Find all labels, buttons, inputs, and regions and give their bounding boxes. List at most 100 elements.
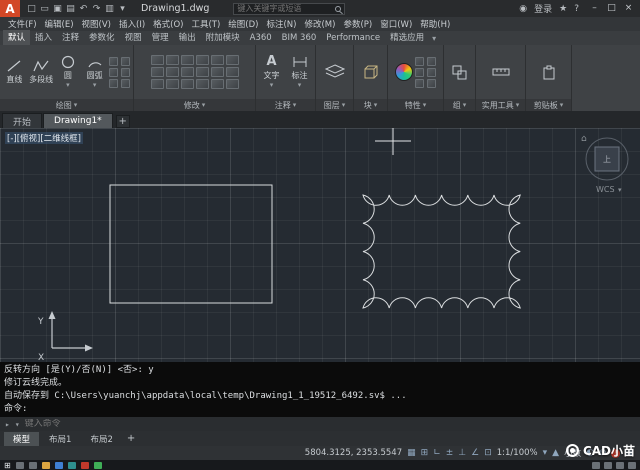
ribbon-mini-tool[interactable]	[414, 56, 424, 66]
exchange-apps-icon[interactable]: ★	[559, 4, 567, 14]
gear-icon[interactable]: ⊛	[599, 448, 607, 458]
ribbon-tab-bim360[interactable]: BIM 360	[277, 32, 322, 45]
new-file-icon[interactable]: □	[25, 4, 38, 14]
ribbon-tab-parametric[interactable]: 参数化	[84, 30, 120, 45]
panel-title-modify[interactable]: 修改 ▾	[134, 99, 255, 111]
grid-icon[interactable]: ▦	[407, 448, 416, 458]
annotation-scale-button[interactable]: 1:1/100%	[497, 448, 538, 458]
panel-title-properties[interactable]: 特性 ▾	[388, 99, 443, 111]
ribbon-tab-performance[interactable]: Performance	[321, 32, 385, 45]
tool-insert-block[interactable]	[358, 64, 384, 80]
ribbon-mini-tool[interactable]	[109, 56, 118, 66]
panel-title-block[interactable]: 块 ▾	[354, 99, 387, 111]
ribbon-mini-tool[interactable]	[210, 67, 224, 77]
polar-tracking-icon[interactable]: ∠	[471, 448, 479, 458]
ortho-icon[interactable]: ⊥	[458, 448, 466, 458]
fullscreen-icon[interactable]: ▣	[625, 448, 634, 458]
help-search-box[interactable]	[233, 2, 346, 15]
command-input-bar[interactable]: ▸ ▾	[0, 417, 640, 431]
ribbon-mini-tool[interactable]	[121, 67, 130, 77]
a360-icon[interactable]: ◉	[519, 4, 527, 14]
panel-title-clipboard[interactable]: 剪贴板 ▾	[526, 99, 571, 111]
menu-format[interactable]: 格式(O)	[149, 18, 187, 30]
drawing-canvas[interactable]: [-][俯视][二维线框] Y X ⌂ 上 WCS ▾	[0, 128, 640, 362]
infer-constraints-icon[interactable]: ∟	[433, 448, 441, 458]
qat-dropdown-icon[interactable]: ▾	[116, 4, 129, 14]
menu-parametric[interactable]: 参数(P)	[339, 18, 376, 30]
ribbon-tab-insert[interactable]: 插入	[30, 30, 57, 45]
ribbon-mini-tool[interactable]	[414, 67, 424, 77]
revision-cloud[interactable]	[362, 194, 521, 309]
object-snap-icon[interactable]: ⊡	[484, 448, 492, 458]
search-taskbar-icon[interactable]	[15, 461, 24, 469]
ribbon-mini-tool[interactable]	[225, 67, 239, 77]
ribbon-mini-tool[interactable]	[195, 55, 209, 65]
file-tab-start[interactable]: 开始	[2, 113, 43, 128]
ribbon-mini-tool[interactable]	[225, 79, 239, 89]
ribbon-mini-tool[interactable]	[165, 67, 179, 77]
tool-group[interactable]	[447, 65, 473, 80]
tray-icon[interactable]	[604, 461, 612, 469]
ribbon-tab-output[interactable]: 输出	[174, 30, 201, 45]
maximize-button[interactable]: □	[603, 1, 620, 16]
menu-file[interactable]: 文件(F)	[4, 18, 41, 30]
ribbon-mini-tool[interactable]	[225, 55, 239, 65]
menu-modify[interactable]: 修改(M)	[300, 18, 339, 30]
panel-title-layers[interactable]: 图层 ▾	[316, 99, 353, 111]
ribbon-mini-tool[interactable]	[150, 67, 164, 77]
ribbon-mini-tool[interactable]	[210, 55, 224, 65]
tool-text[interactable]: A 文字 ▾	[259, 55, 285, 89]
search-input[interactable]	[237, 4, 336, 13]
menu-edit[interactable]: 编辑(E)	[41, 18, 78, 30]
print-icon[interactable]: ▤	[64, 4, 77, 14]
start-button[interactable]: ⊞	[4, 461, 11, 470]
ribbon-tab-view[interactable]: 视图	[120, 30, 147, 45]
panel-title-draw[interactable]: 绘图 ▾	[0, 99, 133, 111]
tab-model[interactable]: 模型	[4, 431, 40, 446]
ribbon-mini-tool[interactable]	[165, 79, 179, 89]
browser-icon[interactable]	[54, 461, 63, 469]
tab-layout1[interactable]: 布局1	[40, 432, 80, 446]
tool-dimension[interactable]: 标注 ▾	[287, 55, 313, 89]
help-icon[interactable]: ?	[574, 4, 579, 14]
ribbon-mini-tool[interactable]	[426, 67, 436, 77]
open-file-icon[interactable]: ▭	[38, 4, 51, 14]
wcs-menu[interactable]: WCS	[596, 185, 615, 194]
annotation-visibility-icon[interactable]: ▲	[552, 448, 559, 458]
menu-view[interactable]: 视图(V)	[78, 18, 115, 30]
command-input[interactable]	[24, 419, 635, 429]
file-explorer-icon[interactable]	[41, 461, 50, 469]
ribbon-mini-tool[interactable]	[109, 78, 118, 88]
ribbon-mini-tool[interactable]	[426, 78, 436, 88]
ribbon-mini-tool[interactable]	[195, 67, 209, 77]
tool-layer-properties[interactable]	[322, 64, 348, 80]
ribbon-mini-tool[interactable]	[210, 79, 224, 89]
redo-icon[interactable]: ↷	[90, 4, 103, 14]
notification-badge[interactable]: !	[611, 448, 621, 458]
tool-paste[interactable]	[536, 65, 562, 80]
ribbon-tabs-dropdown-icon[interactable]: ▾	[429, 34, 439, 45]
panel-title-groups[interactable]: 组 ▾	[444, 99, 475, 111]
plot-icon[interactable]: ▥	[103, 4, 116, 14]
autocad-taskbar-icon[interactable]	[80, 461, 89, 469]
signin-button[interactable]: 登录	[534, 2, 552, 15]
undo-icon[interactable]: ↶	[77, 4, 90, 14]
task-view-icon[interactable]	[28, 461, 37, 469]
menu-dimension[interactable]: 标注(N)	[262, 18, 300, 30]
ribbon-mini-tool[interactable]	[121, 78, 130, 88]
tool-line[interactable]: 直线	[2, 59, 27, 85]
menu-tools[interactable]: 工具(T)	[187, 18, 224, 30]
drawn-rectangle[interactable]	[109, 184, 273, 304]
ribbon-mini-tool[interactable]	[414, 78, 424, 88]
scale-dropdown-icon[interactable]: ▾	[543, 448, 548, 458]
ribbon-mini-tool[interactable]	[180, 55, 194, 65]
ribbon-mini-tool[interactable]	[180, 67, 194, 77]
tool-arc[interactable]: 圆弧 ▾	[82, 55, 107, 89]
tool-polyline[interactable]: 多段线	[29, 59, 54, 85]
ribbon-tab-a360[interactable]: A360	[245, 32, 277, 45]
app-menu-button[interactable]: A	[0, 0, 20, 17]
viewcube[interactable]: 上	[585, 137, 629, 181]
ribbon-tab-addins[interactable]: 附加模块	[201, 30, 245, 45]
ribbon-mini-tool[interactable]	[195, 79, 209, 89]
new-drawing-button[interactable]: +	[115, 115, 130, 128]
